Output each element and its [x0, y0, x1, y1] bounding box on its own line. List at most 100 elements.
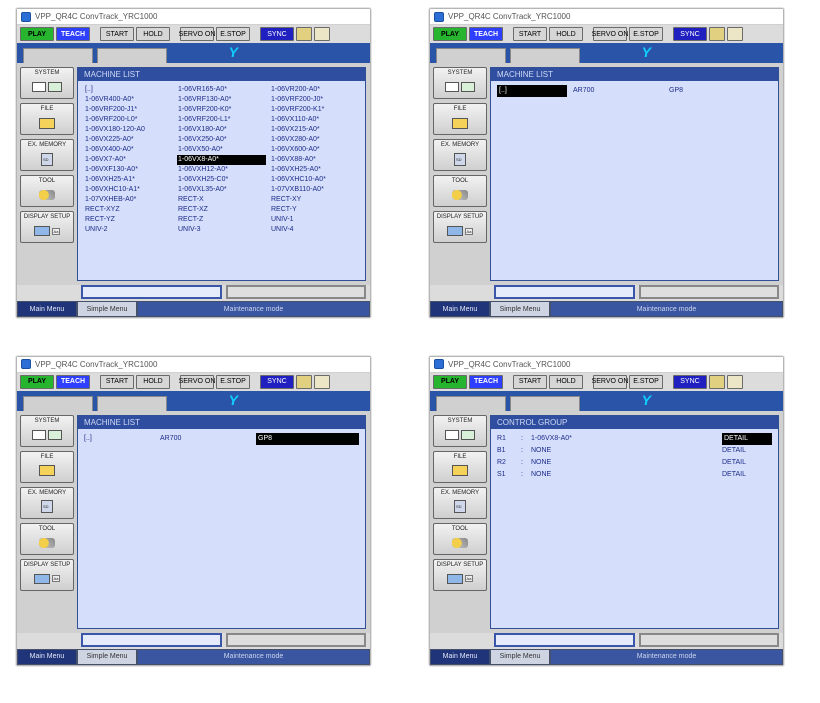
list-item[interactable]: 1-06VXH25-C0* [177, 175, 266, 185]
sidebar-tool[interactable]: TOOL [433, 175, 487, 207]
list-item[interactable]: 1-06VRF200-K1* [270, 105, 359, 115]
input-field-2[interactable] [226, 285, 367, 299]
clipboard-icon[interactable] [709, 27, 725, 41]
list-item[interactable]: 1-07VXHEB-A0* [84, 195, 173, 205]
detail-button[interactable]: DETAIL [722, 445, 772, 457]
detail-button[interactable]: DETAIL [722, 469, 772, 481]
list-item[interactable]: RECT-XZ [177, 205, 266, 215]
list-item[interactable]: RECT-Y [270, 205, 359, 215]
menu-maint[interactable]: Maintenance mode [550, 301, 783, 317]
play-button[interactable]: PLAY [20, 27, 54, 41]
sidebar-file[interactable]: FILE [20, 103, 74, 135]
input-field-1[interactable] [81, 285, 222, 299]
list-item[interactable]: 1-06VR165-A0* [177, 85, 266, 95]
list-item[interactable]: 1-06VX280-A0* [270, 135, 359, 145]
list-item[interactable]: 1-06VXF130-A0* [84, 165, 173, 175]
list-item[interactable]: 1-06VX180-120-A0 [84, 125, 173, 135]
sidebar-display[interactable]: DISPLAY SETUPAa [433, 559, 487, 591]
list-item[interactable]: 1-06VX400-A0* [84, 145, 173, 155]
servo-button[interactable]: SERVO ON [593, 27, 627, 41]
hold-button[interactable]: HOLD [549, 27, 583, 41]
list-item[interactable]: UNIV-2 [84, 225, 173, 235]
trash-icon[interactable] [314, 27, 330, 41]
detail-button[interactable]: DETAIL [722, 433, 772, 445]
menu-main[interactable]: Main Menu [17, 301, 77, 317]
sidebar-file[interactable]: FILE [433, 451, 487, 483]
list-item[interactable]: 1-06VR400-A0* [84, 95, 173, 105]
list-item[interactable]: RECT-Z [177, 215, 266, 225]
list-item[interactable]: 1-06VXHC10-A0* [270, 175, 359, 185]
list-item[interactable]: UNIV-4 [270, 225, 359, 235]
list-item[interactable]: RECT-XY [270, 195, 359, 205]
list-item[interactable]: 1-06VX8-A0* [177, 155, 266, 165]
list-item[interactable]: GP8 [256, 433, 359, 445]
list-item[interactable]: 1-06VXL35-A0* [177, 185, 266, 195]
list-item[interactable]: 1-06VRF200-J0* [270, 95, 359, 105]
sidebar-display[interactable]: DISPLAY SETUP Aa [20, 211, 74, 243]
list-item[interactable]: [..] [497, 85, 567, 97]
list-item[interactable]: [..] [84, 433, 154, 445]
list-item[interactable]: 1-06VX225-A0* [84, 135, 173, 145]
list-item[interactable]: RECT-XYZ [84, 205, 173, 215]
list-item[interactable]: 1-06VRF200-L1* [177, 115, 266, 125]
sidebar-exmemory[interactable]: EX. MEMORY [433, 139, 487, 171]
estop-button[interactable]: E.STOP [629, 27, 663, 41]
list-item[interactable]: GP8 [669, 85, 772, 97]
sidebar-display[interactable]: DISPLAY SETUPAa [433, 211, 487, 243]
list-item[interactable]: RECT-X [177, 195, 266, 205]
list-item[interactable]: 1-06VX600-A0* [270, 145, 359, 155]
tab-1[interactable] [23, 48, 93, 63]
start-button[interactable]: START [513, 27, 547, 41]
sidebar-system[interactable]: SYSTEM [20, 67, 74, 99]
sidebar-system[interactable]: SYSTEM [433, 67, 487, 99]
sidebar-system[interactable]: SYSTEM [433, 415, 487, 447]
list-item[interactable]: 1-06VRF200-K0* [177, 105, 266, 115]
list-item[interactable]: 1-06VXH12-A0* [177, 165, 266, 175]
menu-simple[interactable]: Simple Menu [490, 301, 550, 317]
list-item[interactable]: 1-06VX215-A0* [270, 125, 359, 135]
servo-button[interactable]: SERVO ON [180, 27, 214, 41]
list-item[interactable]: 1-06VR200-A0* [270, 85, 359, 95]
sidebar-exmemory[interactable]: EX. MEMORY [433, 487, 487, 519]
list-item[interactable]: 1-06VX180-A0* [177, 125, 266, 135]
sidebar-exmemory[interactable]: EX. MEMORY [20, 487, 74, 519]
menu-simple[interactable]: Simple Menu [77, 301, 137, 317]
list-item[interactable]: 1-06VRF200-L0* [84, 115, 173, 125]
trash-icon[interactable] [727, 27, 743, 41]
sync-button[interactable]: SYNC [673, 27, 707, 41]
menu-main[interactable]: Main Menu [430, 301, 490, 317]
hold-button[interactable]: HOLD [136, 27, 170, 41]
list-item[interactable]: 1-06VX88-A0* [270, 155, 359, 165]
list-item[interactable]: 1-06VX50-A0* [177, 145, 266, 155]
list-item[interactable]: AR700 [573, 85, 663, 97]
list-item[interactable]: 1-07VXB110-A0* [270, 185, 359, 195]
estop-button[interactable]: E.STOP [216, 27, 250, 41]
sidebar-file[interactable]: FILE [433, 103, 487, 135]
sidebar-tool[interactable]: TOOL [20, 175, 74, 207]
teach-button[interactable]: TEACH [469, 27, 503, 41]
menu-maint[interactable]: Maintenance mode [137, 301, 370, 317]
list-item[interactable]: AR700 [160, 433, 250, 445]
list-item[interactable]: 1-06VXH25-A1* [84, 175, 173, 185]
sidebar-system[interactable]: SYSTEM [20, 415, 74, 447]
list-item[interactable]: 1-06VRF130-A0* [177, 95, 266, 105]
play-button[interactable]: PLAY [433, 27, 467, 41]
list-item[interactable]: 1-06VRF200-J1* [84, 105, 173, 115]
teach-button[interactable]: TEACH [56, 27, 90, 41]
sidebar-exmemory[interactable]: EX. MEMORY [20, 139, 74, 171]
tab-2[interactable] [97, 48, 167, 63]
sidebar-file[interactable]: FILE [20, 451, 74, 483]
list-item[interactable]: RECT-YZ [84, 215, 173, 225]
list-item[interactable]: 1-06VX7-A0* [84, 155, 173, 165]
sync-button[interactable]: SYNC [260, 27, 294, 41]
list-item[interactable]: UNIV-3 [177, 225, 266, 235]
list-item[interactable]: 1-06VX110-A0* [270, 115, 359, 125]
sidebar-display[interactable]: DISPLAY SETUPAa [20, 559, 74, 591]
list-item[interactable]: UNIV-1 [270, 215, 359, 225]
list-item[interactable]: [..] [84, 85, 173, 95]
sidebar-tool[interactable]: TOOL [20, 523, 74, 555]
detail-button[interactable]: DETAIL [722, 457, 772, 469]
clipboard-icon[interactable] [296, 27, 312, 41]
list-item[interactable]: 1-06VXH25-A0* [270, 165, 359, 175]
sidebar-tool[interactable]: TOOL [433, 523, 487, 555]
